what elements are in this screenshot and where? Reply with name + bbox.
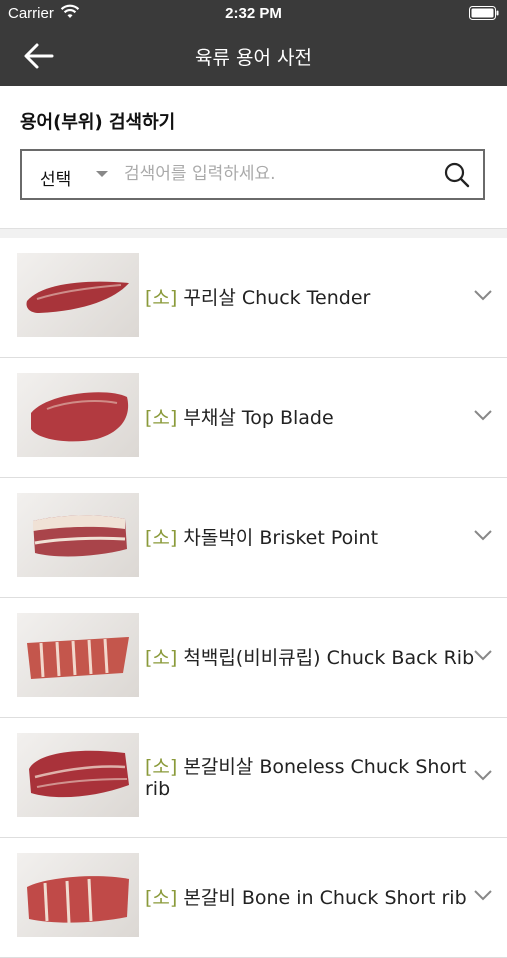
term-label: [소] 본갈비 Bone in Chuck Short rib [145,887,475,909]
chevron-down-icon[interactable] [473,528,493,542]
search-input[interactable] [124,159,434,189]
term-name: 차돌박이 Brisket Point [183,526,379,549]
category-tag: [소] [145,406,178,429]
term-name: 꾸리살 Chuck Tender [183,286,371,309]
list-item[interactable]: [소] 척백립(비비큐립) Chuck Back Rib [0,598,507,718]
search-icon[interactable] [443,161,471,189]
term-name: 척백립(비비큐립) Chuck Back Rib [183,646,475,669]
category-tag: [소] [145,646,178,669]
term-label: [소] 본갈비살 Boneless Chuck Short rib [145,756,475,800]
meat-thumbnail [17,253,139,337]
meat-thumbnail [17,733,139,817]
page-title: 육류 용어 사전 [195,47,312,69]
term-label: [소] 척백립(비비큐립) Chuck Back Rib [145,647,475,669]
category-tag: [소] [145,286,178,309]
chevron-down-icon[interactable] [473,408,493,422]
list-item[interactable]: [소] 본갈비살 Boneless Chuck Short rib [0,718,507,838]
meat-thumbnail [17,853,139,937]
meat-thumbnail [17,373,139,457]
category-tag: [소] [145,886,178,909]
list-item[interactable]: [소] 차돌박이 Brisket Point [0,478,507,598]
search-box: 선택 [20,149,485,200]
category-select[interactable]: 선택 [40,151,132,198]
list-item[interactable]: [소] 꾸리살 Chuck Tender [0,238,507,358]
term-name: 부채살 Top Blade [183,406,334,429]
clock: 2:32 PM [225,5,282,22]
category-tag: [소] [145,526,178,549]
term-label: [소] 부채살 Top Blade [145,407,475,429]
list-item[interactable]: [소] 부채살 Top Blade [0,358,507,478]
term-name: 본갈비 Bone in Chuck Short rib [183,886,467,909]
list-item[interactable]: [소] 본갈비 Bone in Chuck Short rib [0,838,507,958]
status-bar: Carrier 2:32 PM [0,0,507,26]
meat-thumbnail [17,493,139,577]
category-tag: [소] [145,755,178,778]
term-label: [소] 꾸리살 Chuck Tender [145,287,475,309]
category-select-label: 선택 [40,170,72,190]
chevron-down-icon[interactable] [473,288,493,302]
navigation-bar: 육류 용어 사전 [0,26,507,86]
battery-icon [469,6,499,20]
term-name: 본갈비살 Boneless Chuck Short rib [145,755,467,800]
chevron-down-icon[interactable] [473,648,493,662]
term-list: [소] 꾸리살 Chuck Tender [소] 부채살 Top Blade [… [0,238,507,958]
dropdown-caret-icon [96,171,108,177]
search-heading: 용어(부위) 검색하기 [20,112,176,133]
term-label: [소] 차돌박이 Brisket Point [145,527,475,549]
meat-thumbnail [17,613,139,697]
search-section: 용어(부위) 검색하기 선택 [0,86,507,228]
chevron-down-icon[interactable] [473,768,493,782]
